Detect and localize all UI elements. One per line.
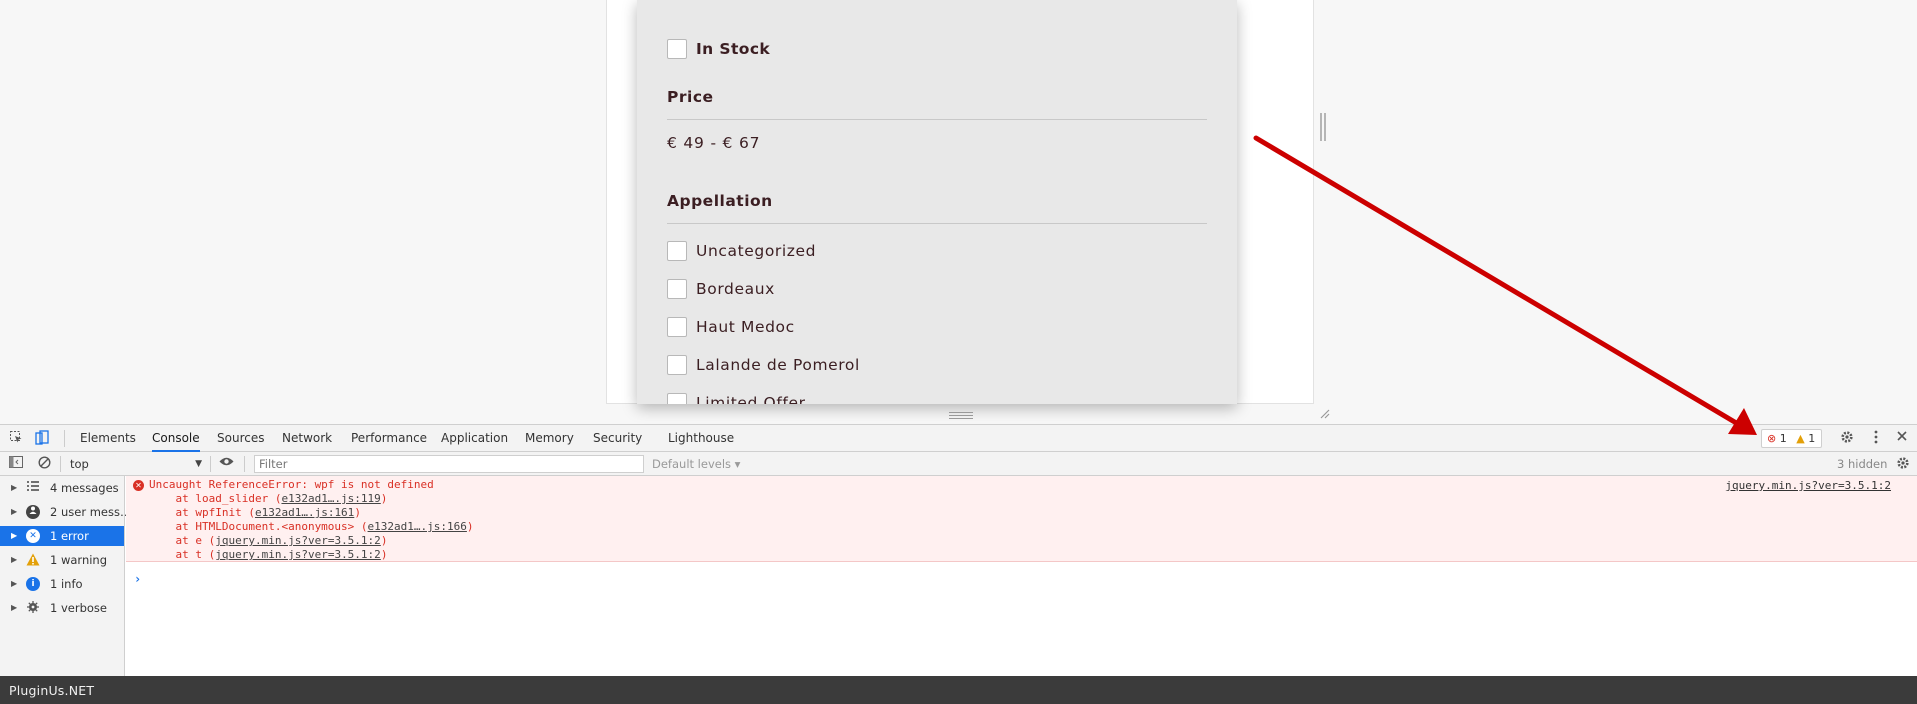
more-options-icon[interactable]	[1868, 430, 1884, 446]
price-range-value: € 49 - € 67	[667, 134, 761, 152]
filter-appellation-item[interactable]: Uncategorized	[667, 240, 816, 262]
in-stock-label: In Stock	[696, 40, 771, 58]
tab-network[interactable]: Network	[282, 425, 332, 452]
console-prompt[interactable]: ›	[134, 572, 141, 586]
stack-frame-link[interactable]: e132ad1….js:161	[255, 506, 354, 519]
console-filter-input[interactable]	[254, 455, 644, 473]
page-viewport: In Stock Price € 49 - € 67 Appellation U…	[0, 0, 1917, 424]
viewport-resize-grip[interactable]	[1320, 113, 1326, 141]
warning-icon	[26, 553, 40, 567]
brand-text: PluginUs.NET	[9, 683, 95, 698]
devtools-drag-handle[interactable]	[949, 412, 973, 419]
inspect-element-icon[interactable]	[8, 430, 24, 446]
tab-security[interactable]: Security	[593, 425, 642, 452]
error-message-text: Uncaught ReferenceError: wpf is not defi…	[149, 478, 434, 491]
settings-gear-icon[interactable]	[1839, 430, 1855, 446]
filter-appellation-item[interactable]: Limited Offer	[667, 392, 806, 404]
stack-frame: at wpfInit (e132ad1….js:161)	[149, 506, 361, 519]
tab-sources[interactable]: Sources	[217, 425, 264, 452]
devtools-panel: Elements Console Sources Network Perform…	[0, 424, 1917, 677]
error-source-link[interactable]: jquery.min.js?ver=3.5.1:2	[1725, 479, 1891, 492]
sidebar-item-warnings[interactable]: ▶ 1 warning	[0, 550, 124, 570]
console-output: ✕ Uncaught ReferenceError: wpf is not de…	[126, 476, 1917, 677]
close-devtools-icon[interactable]	[1894, 430, 1910, 446]
sidebar-item-errors[interactable]: ▶ ✕ 1 error	[0, 526, 124, 546]
sidebar-item-messages[interactable]: ▶ 4 messages	[0, 478, 124, 498]
appellation-checkbox[interactable]	[667, 279, 687, 299]
price-title: Price	[667, 88, 714, 106]
error-icon: ✕	[26, 529, 40, 543]
price-divider	[667, 119, 1207, 120]
sidebar-item-user-messages[interactable]: ▶ 2 user mess…	[0, 502, 131, 522]
sidebar-item-label: 1 info	[50, 577, 83, 591]
appellation-label: Lalande de Pomerol	[696, 356, 860, 374]
tab-application[interactable]: Application	[441, 425, 508, 452]
appellation-checkbox[interactable]	[667, 241, 687, 261]
warning-count: 1	[1808, 432, 1816, 445]
product-filter-panel: In Stock Price € 49 - € 67 Appellation U…	[637, 0, 1237, 404]
brand-footer-bar: PluginUs.NET	[0, 676, 1917, 704]
hidden-messages-count: 3 hidden	[1837, 457, 1888, 471]
device-toolbar-icon[interactable]	[34, 430, 50, 446]
screenshot-root: In Stock Price € 49 - € 67 Appellation U…	[0, 0, 1917, 704]
filter-appellation-item[interactable]: Haut Medoc	[667, 316, 795, 338]
tab-separator	[64, 430, 65, 447]
appellation-checkbox[interactable]	[667, 317, 687, 337]
appellation-label: Bordeaux	[696, 280, 775, 298]
appellation-title: Appellation	[667, 192, 773, 210]
sidebar-toggle-icon[interactable]	[8, 456, 24, 472]
console-toolbar: top ▼ Default levels ▾ 3 hidden	[0, 452, 1917, 476]
stack-frame-link[interactable]: e132ad1….js:119	[281, 492, 380, 505]
stack-frame: at t (jquery.min.js?ver=3.5.1:2)	[149, 548, 388, 561]
sidebar-item-label: 1 verbose	[50, 601, 107, 615]
sidebar-item-info[interactable]: ▶ i 1 info	[0, 574, 124, 594]
stack-frame: at load_slider (e132ad1….js:119)	[149, 492, 388, 505]
tab-console[interactable]: Console	[152, 425, 200, 452]
error-count-icon: ⊗	[1767, 432, 1777, 445]
stack-frame-link[interactable]: jquery.min.js?ver=3.5.1:2	[215, 534, 381, 547]
appellation-label: Haut Medoc	[696, 318, 795, 336]
filter-appellation-item[interactable]: Bordeaux	[667, 278, 775, 300]
js-context-value: top	[70, 457, 89, 471]
in-stock-checkbox[interactable]	[667, 39, 687, 59]
js-context-select[interactable]: top ▼	[70, 455, 202, 473]
chevron-down-icon: ▼	[195, 459, 202, 469]
sidebar-item-label: 1 error	[50, 529, 89, 543]
clear-console-icon[interactable]	[36, 456, 52, 472]
tab-elements[interactable]: Elements	[80, 425, 136, 452]
tab-memory[interactable]: Memory	[525, 425, 574, 452]
sidebar-item-label: 4 messages	[50, 481, 119, 495]
appellation-checkbox[interactable]	[667, 355, 687, 375]
sidebar-item-verbose[interactable]: ▶ 1 verbose	[0, 598, 124, 618]
list-icon	[26, 481, 40, 495]
corner-resize-icon[interactable]	[1318, 407, 1332, 421]
console-sidebar: ▶ 4 messages ▶ 2 user mess… ▶ ✕ 1 error …	[0, 476, 131, 677]
appellation-checkbox[interactable]	[667, 393, 687, 404]
user-icon	[26, 505, 40, 519]
log-levels-dropdown[interactable]: Default levels ▾	[652, 455, 740, 473]
stack-frame: at e (jquery.min.js?ver=3.5.1:2)	[149, 534, 388, 547]
appellation-label: Uncategorized	[696, 242, 817, 260]
issues-counter-button[interactable]: ⊗ 1 ▲ 1	[1761, 429, 1822, 448]
console-error-message: ✕ Uncaught ReferenceError: wpf is not de…	[126, 476, 1917, 562]
sidebar-item-label: 2 user mess…	[50, 505, 132, 519]
stack-frame: at HTMLDocument.<anonymous> (e132ad1….js…	[149, 520, 474, 533]
stack-frame-link[interactable]: e132ad1….js:166	[368, 520, 467, 533]
filter-in-stock[interactable]: In Stock	[667, 38, 770, 60]
warning-count-icon: ▲	[1796, 432, 1805, 445]
filter-appellation-item[interactable]: Lalande de Pomerol	[667, 354, 860, 376]
stack-frame-link[interactable]: jquery.min.js?ver=3.5.1:2	[215, 548, 381, 561]
info-icon: i	[26, 577, 40, 591]
live-expression-eye-icon[interactable]	[218, 456, 234, 472]
error-icon: ✕	[133, 480, 144, 491]
devtools-tabbar: Elements Console Sources Network Perform…	[0, 425, 1917, 452]
tab-performance[interactable]: Performance	[351, 425, 427, 452]
verbose-icon	[26, 601, 40, 615]
sidebar-item-label: 1 warning	[50, 553, 108, 567]
appellation-divider	[667, 223, 1207, 224]
tab-lighthouse[interactable]: Lighthouse	[668, 425, 734, 452]
error-count: 1	[1779, 432, 1787, 445]
console-settings-gear-icon[interactable]	[1895, 456, 1911, 472]
appellation-label: Limited Offer	[696, 394, 806, 404]
